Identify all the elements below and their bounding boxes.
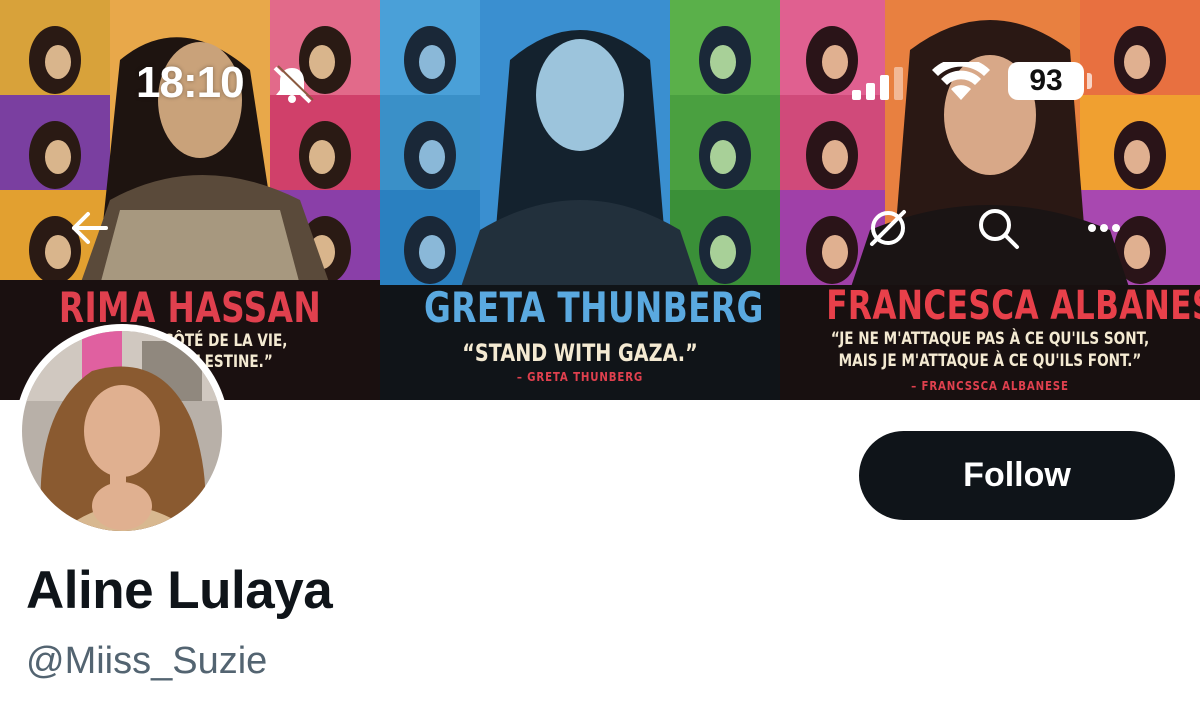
wifi-icon	[932, 62, 990, 100]
follow-button[interactable]: Follow	[859, 431, 1175, 520]
signal-strength-icon	[852, 67, 903, 100]
banner-poster-francesca-albanese: FRANCESCA ALBANESE “JE NE M'ATTAQUE PAS …	[780, 0, 1200, 400]
status-time: 18:10	[136, 58, 245, 107]
back-arrow-icon[interactable]	[64, 202, 116, 254]
poster-name: RIMA HASSAN	[58, 283, 322, 332]
avatar-photo	[22, 331, 222, 531]
profile-handle: @Miiss_Suzie	[26, 640, 268, 682]
poster-quote-line2: MAIS JE M'ATTAQUE À CE QU'ILS FONT.”	[838, 351, 1142, 371]
more-icon[interactable]	[1078, 202, 1130, 254]
search-icon[interactable]	[972, 202, 1024, 254]
profile-banner[interactable]: RIMA HASSAN “... S DU CÔTÉ DE LA VIE, ..…	[0, 0, 1200, 400]
poster-quote-line1: “JE NE M'ATTAQUE PAS À CE QU'ILS SONT,	[830, 329, 1150, 349]
profile-display-name: Aline Lulaya	[26, 561, 333, 620]
bell-slash-icon	[273, 65, 314, 104]
poster-attribution: – FRANCSSCA ALBANESE	[911, 379, 1069, 393]
avatar[interactable]	[15, 324, 229, 538]
poster-name: GRETA THUNBERG	[424, 283, 764, 332]
poster-name: FRANCESCA ALBANESE	[826, 283, 1200, 329]
poster-attribution: – GRETA THUNBERG	[516, 370, 644, 384]
grok-icon[interactable]	[862, 202, 914, 254]
battery-cap	[1087, 73, 1092, 89]
battery-indicator: 93	[1008, 62, 1084, 100]
poster-quote: “STAND WITH GAZA.”	[462, 339, 698, 367]
banner-poster-greta-thunberg: GRETA THUNBERG “STAND WITH GAZA.” – GRET…	[380, 0, 780, 400]
